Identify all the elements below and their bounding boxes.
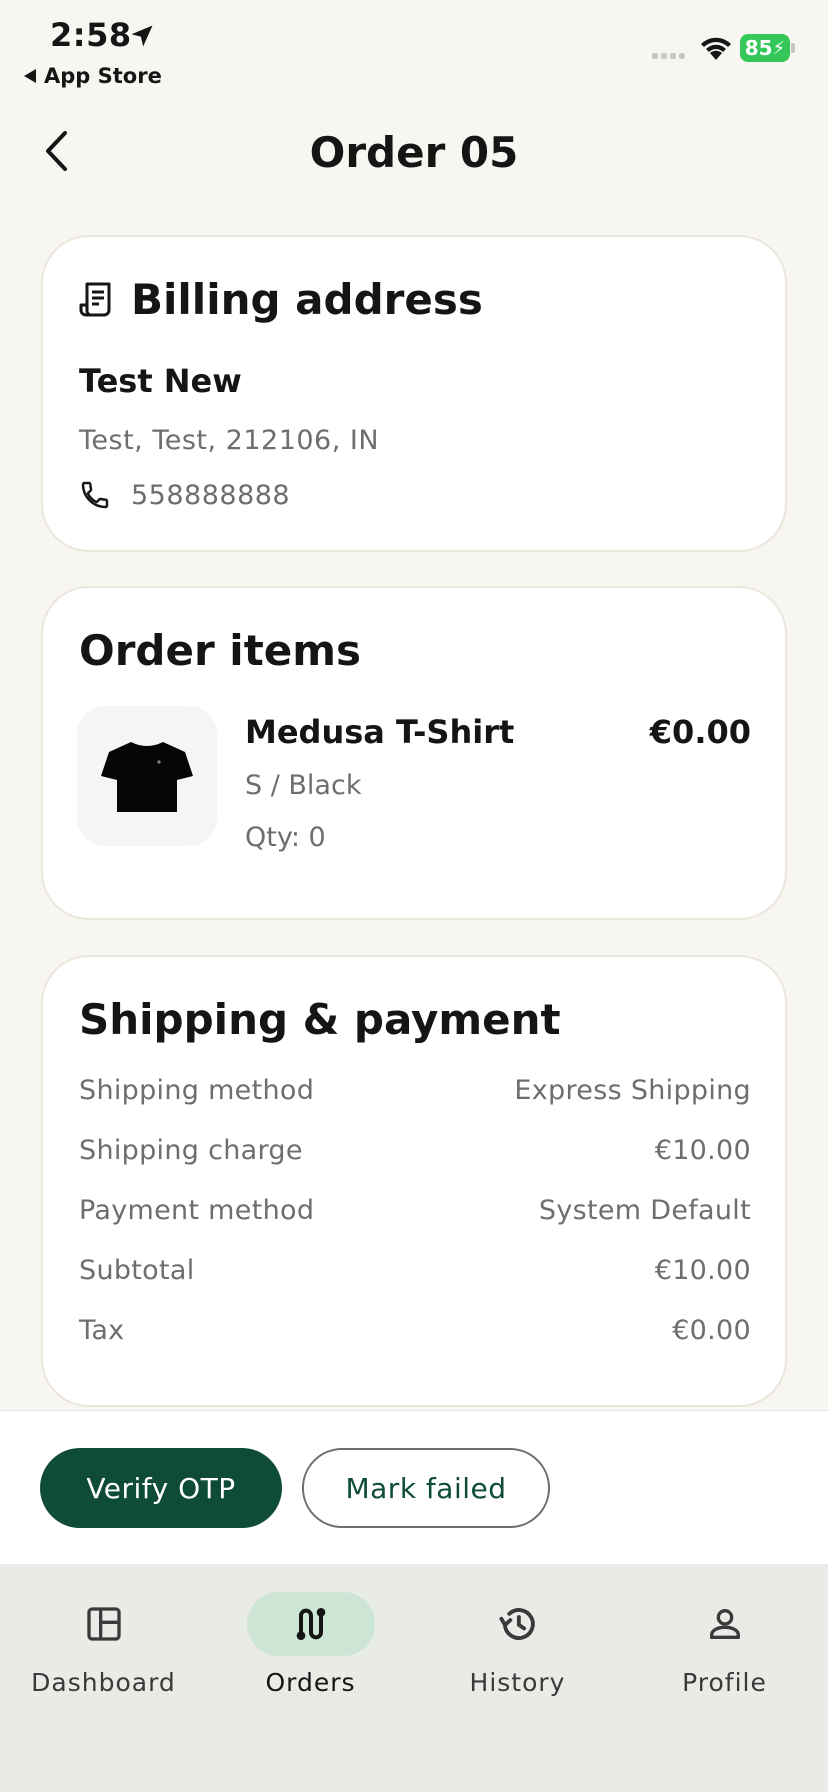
status-time: 2:58 xyxy=(50,16,132,54)
product-thumbnail xyxy=(77,706,217,846)
row-label: Shipping charge xyxy=(79,1135,303,1166)
row-value: €10.00 xyxy=(654,1135,751,1166)
wifi-icon xyxy=(701,37,731,60)
bottom-navigation: Dashboard Orders History Profile xyxy=(0,1564,828,1792)
dashboard-icon xyxy=(86,1607,121,1641)
billing-phone[interactable]: 558888888 xyxy=(79,479,290,511)
nav-item-dashboard[interactable]: Dashboard xyxy=(0,1592,207,1697)
nav-item-profile[interactable]: Profile xyxy=(621,1592,828,1697)
billing-address-card: Billing address Test New Test, Test, 212… xyxy=(41,235,787,552)
nav-label: Profile xyxy=(682,1668,767,1697)
receipt-icon xyxy=(79,282,111,316)
item-quantity: Qty: 0 xyxy=(245,822,326,853)
history-icon xyxy=(498,1608,535,1640)
item-variant: S / Black xyxy=(245,770,362,801)
nav-label: Dashboard xyxy=(31,1668,176,1697)
shipping-row-subtotal: Subtotal €10.00 xyxy=(79,1255,751,1315)
nav-label: History xyxy=(469,1668,566,1697)
location-arrow-icon xyxy=(131,25,153,47)
row-label: Payment method xyxy=(79,1195,315,1226)
nav-active-indicator xyxy=(246,1592,375,1656)
battery-icon: 85 ⚡ xyxy=(740,34,790,62)
page-header: Order 05 xyxy=(0,112,828,192)
shipping-row-payment: Payment method System Default xyxy=(79,1195,751,1255)
billing-header: Billing address xyxy=(79,275,483,324)
nav-item-history[interactable]: History xyxy=(414,1592,621,1697)
billing-name: Test New xyxy=(79,362,242,400)
action-bar: Verify OTP Mark failed xyxy=(0,1410,828,1564)
row-label: Tax xyxy=(79,1315,125,1346)
back-app-label: App Store xyxy=(44,64,162,88)
row-value: System Default xyxy=(538,1195,751,1226)
mark-failed-button[interactable]: Mark failed xyxy=(302,1448,550,1528)
phone-number: 558888888 xyxy=(131,479,291,511)
back-to-app-store[interactable]: App Store xyxy=(24,64,162,88)
person-icon xyxy=(709,1609,740,1639)
item-name: Medusa T-Shirt xyxy=(245,713,515,751)
row-value: Express Shipping xyxy=(514,1075,751,1106)
back-triangle-icon xyxy=(24,69,36,83)
tshirt-image xyxy=(101,742,193,812)
row-label: Subtotal xyxy=(79,1255,195,1286)
page-title: Order 05 xyxy=(309,128,519,177)
shipping-row-method: Shipping method Express Shipping xyxy=(79,1075,751,1135)
shipping-payment-card: Shipping & payment Shipping method Expre… xyxy=(41,955,787,1407)
shipping-title: Shipping & payment xyxy=(79,995,561,1044)
battery-level: 85 xyxy=(744,36,773,60)
route-icon xyxy=(296,1608,325,1640)
cellular-signal-icon xyxy=(652,53,685,59)
item-price: €0.00 xyxy=(649,713,751,751)
nav-label: Orders xyxy=(265,1668,356,1697)
row-value: €0.00 xyxy=(672,1315,751,1346)
verify-otp-button[interactable]: Verify OTP xyxy=(40,1448,282,1528)
row-label: Shipping method xyxy=(79,1075,315,1106)
shipping-row-tax: Tax €0.00 xyxy=(79,1315,751,1375)
status-bar: 2:58 App Store 85 ⚡ xyxy=(0,0,828,96)
shipping-rows: Shipping method Express Shipping Shippin… xyxy=(79,1075,751,1375)
row-value: €10.00 xyxy=(654,1255,751,1286)
order-items-title: Order items xyxy=(79,626,362,675)
shipping-row-charge: Shipping charge €10.00 xyxy=(79,1135,751,1195)
billing-address-line: Test, Test, 212106, IN xyxy=(79,425,380,456)
nav-item-orders[interactable]: Orders xyxy=(207,1592,414,1697)
phone-icon xyxy=(81,481,109,509)
order-items-card: Order items Medusa T-Shirt €0.00 S / Bla… xyxy=(41,586,787,920)
billing-title: Billing address xyxy=(131,275,483,324)
